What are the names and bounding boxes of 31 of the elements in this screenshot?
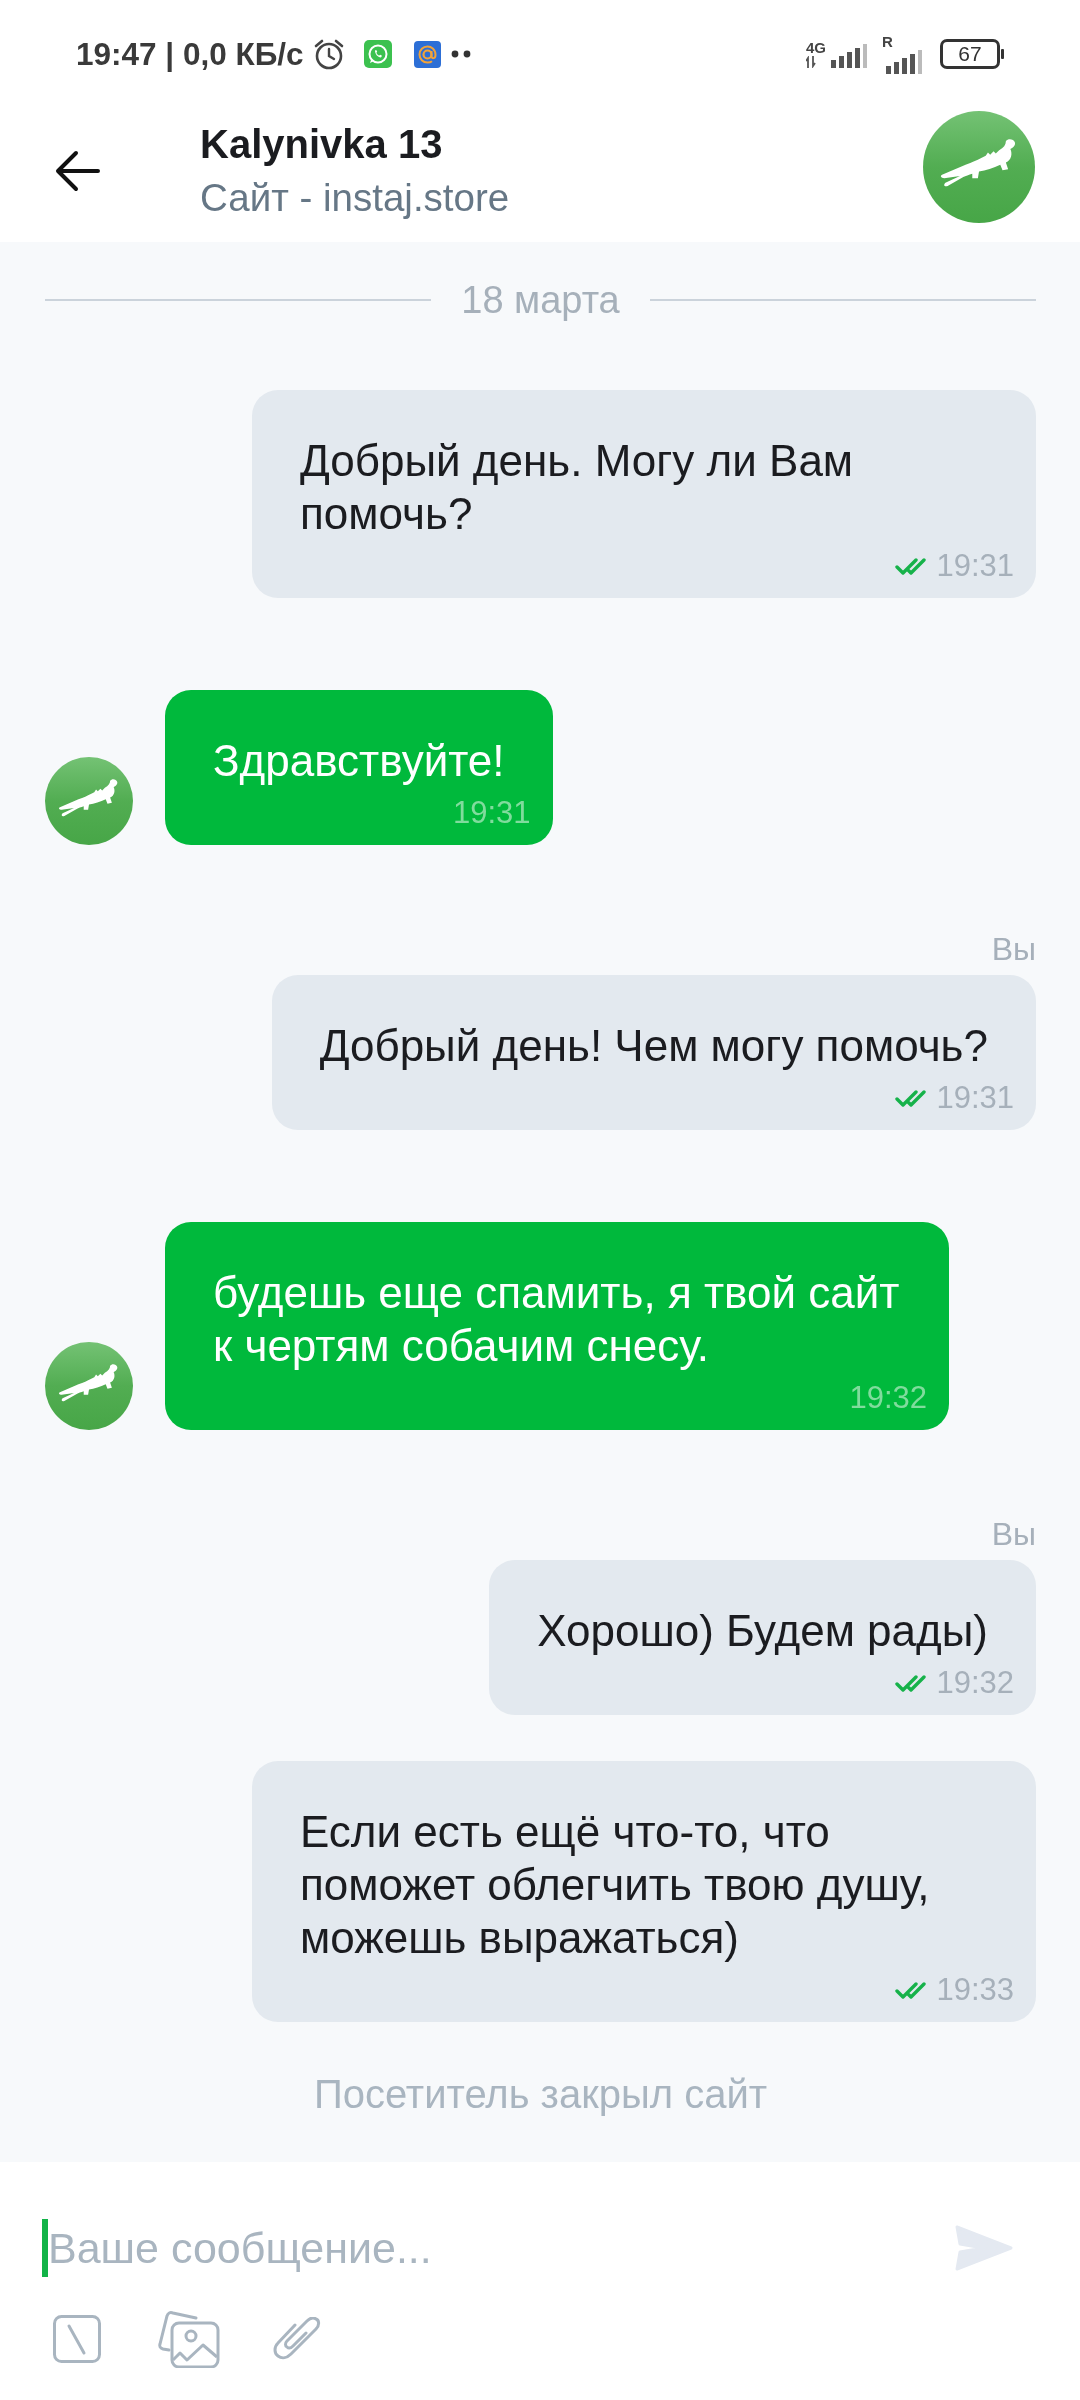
date-label: 18 марта [461,278,620,322]
message-time: 19:33 [936,1972,1014,2008]
message-text: Здравствуйте! [213,735,506,787]
message-text: Хорошо) Будем рады) [537,1605,989,1657]
sender-label: Вы [991,930,1036,969]
message-text: Если есть ещё что-то, что поможет облегчить твою душу, можешь выражаться) [300,1806,931,1964]
chat-subtitle: Сайт - instaj.store [200,175,510,221]
system-message: Посетитель закрыл сайт [313,2072,768,2116]
data-arrows-icon [806,56,816,68]
status-time: 19:47 | 0,0 КБ/с [76,35,304,73]
message-text: будешь еще спамить, я твой сайт к чертям собачим снесу. [213,1267,901,1372]
network-type-label: 4G [806,40,826,56]
message-time: 19:31 [936,1080,1014,1116]
slash-square-icon[interactable] [53,2315,101,2363]
message-time: 19:32 [849,1380,927,1416]
dots-icon [450,50,471,58]
at-sign-icon [413,40,441,68]
message-time: 19:32 [936,1665,1014,1701]
crocodile-icon [45,757,133,845]
roaming-label: R [882,34,893,50]
chat-phone-icon [363,40,392,68]
message-text: Добрый день. Могу ли Вам помочь? [300,435,855,540]
sender-label: Вы [991,1515,1036,1554]
crocodile-icon [45,1342,133,1430]
back-arrow-icon[interactable] [54,149,102,193]
message-time: 19:31 [936,548,1014,584]
message-text: Добрый день! Чем могу помочь? [319,1020,989,1072]
message-time: 19:31 [453,795,531,831]
chat-title: Kalynivka 13 [200,121,444,168]
images-icon[interactable] [157,2310,220,2368]
crocodile-icon [923,111,1035,223]
